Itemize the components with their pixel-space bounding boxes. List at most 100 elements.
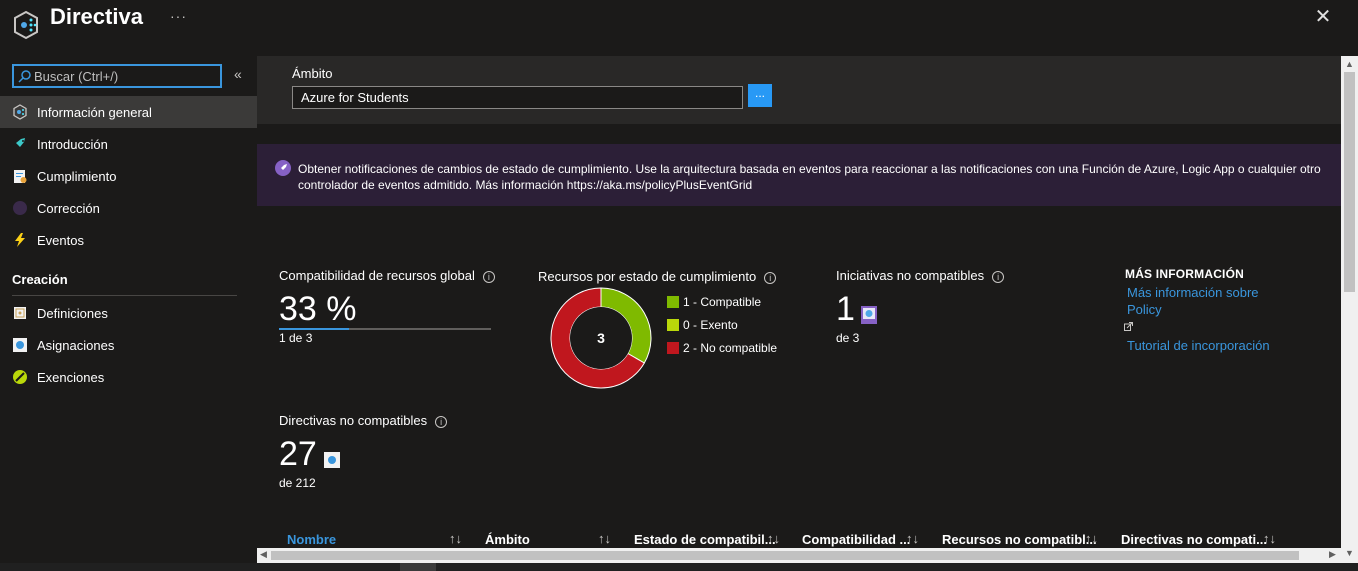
noncompliant-policies-sub: de 212 <box>279 476 316 490</box>
taskbar <box>0 563 1358 571</box>
column-header-compliance[interactable]: Compatibilidad ... <box>802 532 910 547</box>
blade-header: Directiva ··· ✕ <box>0 0 1358 56</box>
search-icon <box>18 70 31 83</box>
scope-label: Ámbito <box>292 66 333 81</box>
column-header-scope[interactable]: Ámbito <box>485 532 530 547</box>
legend-swatch <box>667 342 679 354</box>
sidebar-item-label: Cumplimiento <box>37 168 117 184</box>
info-icon[interactable]: i <box>435 415 448 428</box>
tile-title-text: Directivas no compatibles <box>279 413 428 428</box>
sort-icon[interactable]: ↑↓ <box>449 531 462 546</box>
initiative-icon <box>861 306 877 324</box>
scroll-down-icon[interactable]: ▼ <box>1345 548 1354 558</box>
sidebar-item-assignments[interactable]: Asignaciones <box>0 329 257 361</box>
lightning-icon <box>15 233 25 247</box>
info-icon[interactable]: i <box>992 270 1005 283</box>
column-header-noncompliant-resources[interactable]: Recursos no compatibl... <box>942 532 1097 547</box>
sidebar-item-label: Introducción <box>37 136 108 152</box>
legend-swatch <box>667 296 679 308</box>
legend-swatch <box>667 319 679 331</box>
scroll-right-icon[interactable]: ▶ <box>1329 549 1336 560</box>
more-info-heading: MÁS INFORMACIÓN <box>1125 267 1244 281</box>
noncompliant-policies-value[interactable]: 27 <box>279 435 317 474</box>
scope-field[interactable]: Azure for Students <box>292 86 743 109</box>
column-header-compliance-state[interactable]: Estado de compatibil... <box>634 532 776 547</box>
scrollbar-thumb[interactable] <box>1344 72 1355 292</box>
remediation-icon <box>13 201 27 215</box>
sidebar-item-getting-started[interactable]: Introducción <box>0 128 257 160</box>
resource-compliance-title: Compatibilidad de recursos global i <box>279 268 495 283</box>
noncompliant-policies-title: Directivas no compatibles i <box>279 413 448 428</box>
noncompliant-initiatives-value[interactable]: 1 <box>836 290 855 329</box>
sort-icon[interactable]: ↑↓ <box>767 531 780 546</box>
sort-icon[interactable]: ↑↓ <box>1085 531 1098 546</box>
info-banner: Obtener notificaciones de cambios de est… <box>257 144 1341 206</box>
page-title: Directiva <box>50 4 143 29</box>
vertical-scrollbar[interactable]: ▲ ▼ <box>1341 56 1358 563</box>
search-input[interactable] <box>34 67 218 85</box>
legend-label: 2 - No compatible <box>683 341 778 355</box>
sidebar-item-definitions[interactable]: Definiciones <box>0 297 257 329</box>
getting-started-icon <box>14 138 25 149</box>
tile-title-text: Compatibilidad de recursos global <box>279 268 475 283</box>
external-link-icon[interactable] <box>1124 322 1133 331</box>
sidebar-section-authoring: Creación <box>12 272 68 287</box>
main-content: Ámbito Azure for Students ... Obtener no… <box>257 56 1358 571</box>
compliance-progress-bar <box>279 328 491 330</box>
sort-icon[interactable]: ↑↓ <box>598 531 611 546</box>
legend-item-exempt: 0 - Exento <box>667 318 738 332</box>
tile-title-text: Recursos por estado de cumplimiento <box>538 269 757 284</box>
search-box[interactable] <box>12 64 222 88</box>
close-icon[interactable]: ✕ <box>1312 6 1334 28</box>
assignments-icon <box>13 338 27 352</box>
taskbar-item[interactable] <box>400 563 436 571</box>
sidebar-item-label: Asignaciones <box>37 337 115 353</box>
resource-compliance-value: 33 % <box>279 290 357 328</box>
learn-more-policy-link[interactable]: Más información sobre <box>1127 285 1259 300</box>
onboarding-tutorial-link[interactable]: Tutorial de incorporación <box>1127 338 1270 353</box>
overview-icon <box>13 104 27 120</box>
compliance-progress-fill <box>279 328 349 330</box>
scope-section: Ámbito Azure for Students ... <box>257 56 1341 124</box>
collapse-sidebar-button[interactable]: « <box>234 66 242 82</box>
resource-compliance-sub: 1 de 3 <box>279 331 313 345</box>
legend-item-compliant: 1 - Compatible <box>667 295 761 309</box>
exemptions-icon <box>13 370 27 384</box>
definitions-icon <box>14 307 26 319</box>
scope-picker-button[interactable]: ... <box>748 84 772 107</box>
noncompliant-initiatives-sub: de 3 <box>836 331 860 345</box>
sidebar-item-label: Información general <box>37 104 152 120</box>
scroll-up-icon[interactable]: ▲ <box>1345 59 1354 69</box>
column-header-name[interactable]: Nombre <box>287 532 336 547</box>
sidebar-item-remediation[interactable]: Corrección <box>0 192 257 224</box>
sidebar-item-exemptions[interactable]: Exenciones <box>0 361 257 393</box>
sidebar-item-events[interactable]: Eventos <box>0 224 257 256</box>
policy-assignment-icon <box>324 452 340 468</box>
legend-label: 1 - Compatible <box>683 295 762 309</box>
info-icon[interactable]: i <box>764 271 777 284</box>
rocket-icon <box>275 160 291 176</box>
sidebar-item-overview[interactable]: Información general <box>0 96 257 128</box>
column-header-noncompliant-policies[interactable]: Directivas no compati... <box>1121 532 1267 547</box>
banner-text[interactable]: Obtener notificaciones de cambios de est… <box>298 161 1328 193</box>
sidebar-item-label: Eventos <box>37 232 84 248</box>
horizontal-scrollbar[interactable]: ◀ ▶ <box>257 548 1341 563</box>
legend-label: 0 - Exento <box>683 318 738 332</box>
scrollbar-thumb[interactable] <box>271 551 1299 560</box>
compliance-icon <box>14 170 27 183</box>
learn-more-policy-link-line2[interactable]: Policy <box>1127 302 1162 317</box>
compliance-donut-chart[interactable]: 3 <box>550 287 652 389</box>
info-icon[interactable]: i <box>482 270 495 283</box>
more-options-button[interactable]: ··· <box>170 8 187 24</box>
sort-icon[interactable]: ↑↓ <box>1263 531 1276 546</box>
scroll-left-icon[interactable]: ◀ <box>260 549 267 560</box>
donut-center-label: 3 <box>597 330 605 346</box>
resources-by-state-title: Recursos por estado de cumplimiento i <box>538 269 777 284</box>
section-divider <box>12 295 237 296</box>
legend-item-noncompliant: 2 - No compatible <box>667 341 777 355</box>
sidebar: « Información general Introducción Cumpl… <box>0 56 257 571</box>
sort-icon[interactable]: ↑↓ <box>906 531 919 546</box>
tile-title-text: Iniciativas no compatibles <box>836 268 985 283</box>
sidebar-item-label: Corrección <box>37 200 100 216</box>
sidebar-item-compliance[interactable]: Cumplimiento <box>0 160 257 192</box>
